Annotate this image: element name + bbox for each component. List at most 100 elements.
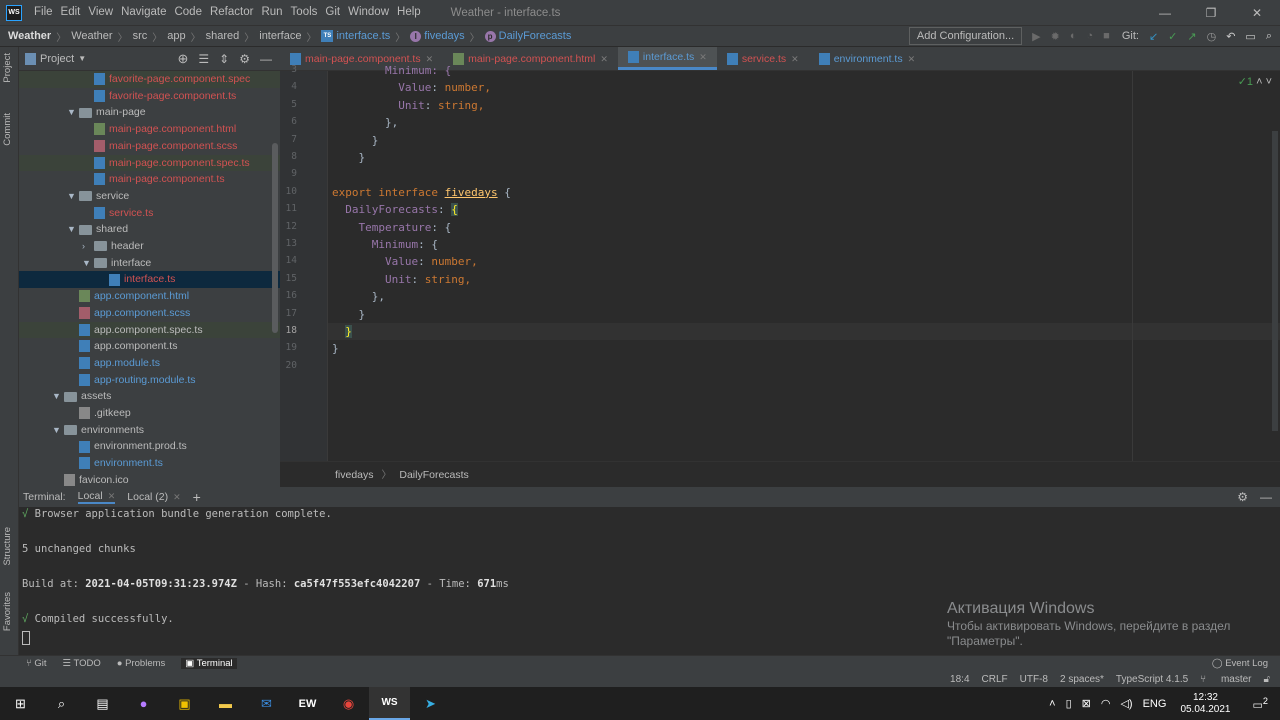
close-tab-icon[interactable]: ✕ — [908, 47, 916, 71]
locate-file-icon[interactable]: ⊕ — [178, 51, 189, 67]
git-push-icon[interactable]: ↗ — [1187, 30, 1196, 43]
expand-arrow-icon[interactable]: ▼ — [67, 221, 79, 238]
close-tab-icon[interactable]: ✕ — [173, 492, 181, 502]
tree-item[interactable]: .gitkeep — [19, 405, 280, 422]
usb-icon[interactable]: ▯ — [1066, 697, 1072, 710]
tree-item[interactable]: main-page.component.spec.ts — [19, 154, 280, 172]
tree-item[interactable]: app.component.html — [19, 288, 280, 305]
webstorm-taskbar-icon[interactable]: WS — [369, 687, 410, 720]
git-commit-icon[interactable]: ✓ — [1168, 30, 1177, 43]
menu-window[interactable]: Window — [344, 0, 393, 25]
menu-navigate[interactable]: Navigate — [117, 0, 170, 25]
tree-item[interactable]: ▼ interface — [19, 255, 280, 272]
tray-chevron-icon[interactable]: ˄ — [1049, 698, 1055, 710]
minimize-icon[interactable]: — — [1142, 6, 1188, 20]
caret-position[interactable]: 18:4 — [950, 674, 969, 685]
crumb-symbol-fivedays[interactable]: fivedays — [424, 30, 464, 42]
tree-item[interactable]: interface.ts — [19, 271, 280, 289]
tree-item[interactable]: ▼ main-page — [19, 104, 280, 121]
expand-arrow-icon[interactable]: › — [82, 238, 94, 255]
tree-item[interactable]: favicon.ico — [19, 472, 280, 487]
tree-item[interactable]: app.module.ts — [19, 355, 280, 372]
stop-icon[interactable]: ■ — [1103, 30, 1110, 42]
presentation-icon[interactable]: ▭ — [1245, 30, 1255, 43]
terminal-hide-icon[interactable]: — — [1260, 490, 1272, 504]
close-icon[interactable]: ✕ — [1234, 6, 1280, 20]
expand-arrow-icon[interactable]: ▼ — [52, 422, 64, 439]
structure-tool-label[interactable]: Structure — [2, 527, 13, 566]
search-everywhere-icon[interactable]: ⌕ — [1266, 30, 1272, 43]
run-icon[interactable]: ▶ — [1032, 30, 1040, 43]
project-view-dropdown[interactable]: Project — [40, 53, 74, 65]
menu-file[interactable]: File — [30, 0, 57, 25]
tree-item[interactable]: ▼ assets — [19, 388, 280, 405]
tree-item[interactable]: ▼ shared — [19, 221, 280, 238]
add-configuration-button[interactable]: Add Configuration... — [908, 27, 1023, 45]
project-tool-label[interactable]: Project — [2, 53, 13, 83]
collapse-all-icon[interactable]: ☰ — [198, 52, 209, 66]
tree-item[interactable]: environment.prod.ts — [19, 438, 280, 455]
git-branch[interactable]: ⑂ master — [1200, 674, 1251, 685]
file-explorer-icon[interactable]: ▬ — [205, 687, 246, 720]
telegram-icon[interactable]: ➤ — [410, 687, 451, 720]
tree-item[interactable]: favorite-page.component.spec — [19, 71, 280, 88]
inspection-widget[interactable]: ✓1 ˄ ˅ — [1238, 75, 1272, 88]
git-update-icon[interactable]: ↙ — [1149, 30, 1158, 43]
todo-tool-button[interactable]: ☰ TODO — [62, 658, 100, 669]
indent-setting[interactable]: 2 spaces* — [1060, 674, 1104, 685]
close-tab-icon[interactable]: ✕ — [108, 491, 116, 501]
assistant-app-icon[interactable]: ● — [123, 687, 164, 720]
tree-item[interactable]: ▼ service — [19, 188, 280, 205]
clock[interactable]: 12:32 05.04.2021 — [1180, 692, 1230, 716]
crumb-src[interactable]: src — [133, 30, 148, 42]
tree-item[interactable]: service.ts — [19, 205, 280, 222]
menu-code[interactable]: Code — [170, 0, 206, 25]
lock-icon[interactable]: 🔓︎ — [1264, 674, 1270, 685]
problems-tool-button[interactable]: ● Problems — [117, 658, 166, 669]
expand-arrow-icon[interactable]: ▼ — [67, 104, 79, 121]
coverage-icon[interactable]: ◐ — [1070, 30, 1077, 42]
crumb-app[interactable]: app — [167, 30, 185, 42]
git-tool-button[interactable]: ⑂ Git — [26, 658, 46, 669]
expand-arrow-icon[interactable]: ▼ — [82, 255, 94, 272]
profile-icon[interactable]: ◔ — [1087, 30, 1094, 42]
store-icon[interactable]: ▣ — [164, 687, 205, 720]
menu-view[interactable]: View — [84, 0, 117, 25]
input-language[interactable]: ENG — [1143, 698, 1167, 710]
menu-help[interactable]: Help — [393, 0, 425, 25]
tree-item[interactable]: app.component.scss — [19, 305, 280, 322]
tree-item[interactable]: ▼ environments — [19, 422, 280, 439]
editor-tab[interactable]: environment.ts ✕ — [809, 47, 925, 70]
tree-item[interactable]: main-page.component.scss — [19, 138, 280, 155]
terminal-gear-icon[interactable]: ⚙ — [1237, 490, 1248, 504]
gear-icon[interactable]: ⚙ — [239, 52, 250, 66]
terminal-tab-local[interactable]: Local ✕ — [77, 490, 116, 504]
tree-item[interactable]: app.component.spec.ts — [19, 321, 280, 339]
close-tab-icon[interactable]: ✕ — [791, 47, 799, 71]
chevron-down-icon[interactable]: ▼ — [78, 54, 86, 63]
expand-arrow-icon[interactable]: ▼ — [67, 188, 79, 205]
windows-start-icon[interactable]: ⊞ — [0, 687, 41, 720]
expand-arrow-icon[interactable]: ▼ — [52, 388, 64, 405]
editor-crumb-fivedays[interactable]: fivedays — [335, 469, 374, 481]
tree-item[interactable]: app-routing.module.ts — [19, 372, 280, 389]
menu-tools[interactable]: Tools — [287, 0, 322, 25]
menu-refactor[interactable]: Refactor — [206, 0, 257, 25]
network-icon[interactable]: ⊠ — [1082, 697, 1091, 710]
ew-app-icon[interactable]: EW — [287, 687, 328, 720]
tree-item[interactable]: main-page.component.ts — [19, 171, 280, 188]
crumb-file[interactable]: interface.ts — [336, 30, 390, 42]
editor-scrollbar[interactable] — [1272, 131, 1278, 431]
close-tab-icon[interactable]: ✕ — [699, 45, 707, 69]
menu-run[interactable]: Run — [257, 0, 286, 25]
debug-icon[interactable]: ✹ — [1051, 30, 1060, 43]
rollback-icon[interactable]: ↶ — [1226, 30, 1235, 43]
task-view-icon[interactable]: ▤ — [82, 687, 123, 720]
terminal-tab-local-2[interactable]: Local (2) ✕ — [127, 491, 180, 503]
notifications-icon[interactable]: ▭2 — [1253, 696, 1269, 712]
mail-icon[interactable]: ✉ — [246, 687, 287, 720]
file-encoding[interactable]: UTF-8 — [1020, 674, 1048, 685]
crumb-interface[interactable]: interface — [259, 30, 301, 42]
crumb-project[interactable]: Weather — [8, 30, 51, 42]
language-service[interactable]: TypeScript 4.1.5 — [1116, 674, 1188, 685]
